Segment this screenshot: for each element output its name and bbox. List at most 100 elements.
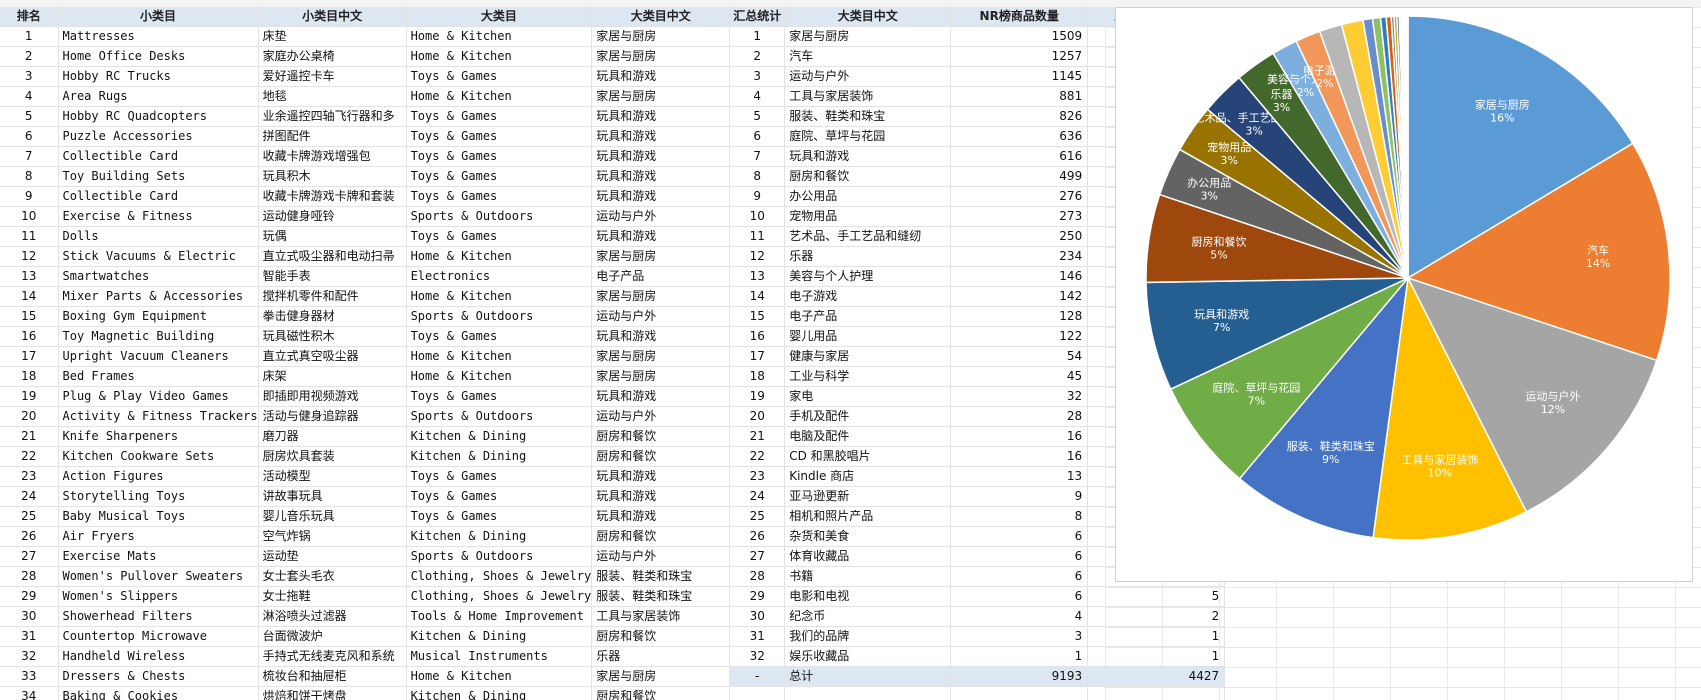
cell-subcategory[interactable]: Puzzle Accessories xyxy=(58,126,259,147)
cell-summary-category[interactable]: 我们的品牌 xyxy=(784,626,952,647)
cell-subcategory[interactable]: Plug & Play Video Games xyxy=(58,386,259,407)
cell-subcategory-cn[interactable]: 搅拌机零件和配件 xyxy=(258,286,407,307)
total-index[interactable]: - xyxy=(729,666,786,687)
cell-rank[interactable]: 5 xyxy=(0,106,59,127)
cell-subcategory[interactable]: Hobby RC Trucks xyxy=(58,66,259,87)
cell-subcategory[interactable]: Toy Magnetic Building xyxy=(58,326,259,347)
cell-subcategory-cn[interactable]: 台面微波炉 xyxy=(258,626,407,647)
cell-subcategory[interactable]: Women's Pullover Sweaters xyxy=(58,566,259,587)
cell-category[interactable]: Toys & Games xyxy=(406,146,593,167)
cell-nr-count[interactable]: 146 xyxy=(950,266,1089,287)
cell-category[interactable]: Toys & Games xyxy=(406,486,593,507)
cell-summary-index[interactable]: 7 xyxy=(729,146,786,167)
cell-category-cn[interactable]: 运动与户外 xyxy=(591,546,731,567)
cell-category-cn[interactable]: 服装、鞋类和珠宝 xyxy=(591,566,731,587)
cell-category-cn[interactable]: 服装、鞋类和珠宝 xyxy=(591,586,731,607)
header-summary-category-cn[interactable]: 大类目中文 xyxy=(784,7,952,27)
cell-rank[interactable]: 24 xyxy=(0,486,59,507)
cell-rank[interactable]: 8 xyxy=(0,166,59,187)
cell-subcategory-cn[interactable]: 玩具磁性积木 xyxy=(258,326,407,347)
cell-summary-category[interactable]: 庭院、草坪与花园 xyxy=(784,126,952,147)
cell-rank[interactable]: 12 xyxy=(0,246,59,267)
cell-nr-count[interactable]: 881 xyxy=(950,86,1089,107)
cell-nr-count[interactable]: 45 xyxy=(950,366,1089,387)
header-rank[interactable]: 排名 xyxy=(0,7,59,27)
cell-nr-count[interactable]: 6 xyxy=(950,546,1089,567)
header-category[interactable]: 大类目 xyxy=(406,7,593,27)
cell-subcategory-cn[interactable]: 床架 xyxy=(258,366,407,387)
cell-subcategory-cn[interactable]: 女士拖鞋 xyxy=(258,586,407,607)
cell-subcategory-cn[interactable]: 梳妆台和抽屉柜 xyxy=(258,666,407,687)
cell-summary-index[interactable]: 4 xyxy=(729,86,786,107)
cell-rank[interactable]: 28 xyxy=(0,566,59,587)
cell-category-cn[interactable]: 玩具和游戏 xyxy=(591,186,731,207)
cell-empty[interactable] xyxy=(784,686,952,700)
cell-category-cn[interactable]: 玩具和游戏 xyxy=(591,486,731,507)
cell-category-cn[interactable]: 家居与厨房 xyxy=(591,666,731,687)
cell-summary-index[interactable]: 15 xyxy=(729,306,786,327)
cell-summary-category[interactable]: 体育收藏品 xyxy=(784,546,952,567)
cell-rank[interactable]: 23 xyxy=(0,466,59,487)
cell-summary-category[interactable]: 电子游戏 xyxy=(784,286,952,307)
cell-category[interactable]: Kitchen & Dining xyxy=(406,526,593,547)
cell-category[interactable]: Sports & Outdoors xyxy=(406,206,593,227)
cell-nr-count[interactable]: 250 xyxy=(950,226,1089,247)
cell-summary-index[interactable]: 27 xyxy=(729,546,786,567)
cell-summary-category[interactable]: 汽车 xyxy=(784,46,952,67)
cell-summary-index[interactable]: 2 xyxy=(729,46,786,67)
cell-summary-index[interactable]: 18 xyxy=(729,366,786,387)
cell-subcategory-cn[interactable]: 直立式吸尘器和电动扫帚 xyxy=(258,246,407,267)
cell-subcategory[interactable]: Air Fryers xyxy=(58,526,259,547)
cell-subcategory-cn[interactable]: 女士套头毛衣 xyxy=(258,566,407,587)
cell-subcategory[interactable]: Toy Building Sets xyxy=(58,166,259,187)
cell-nr-count[interactable]: 499 xyxy=(950,166,1089,187)
cell-rank[interactable]: 29 xyxy=(0,586,59,607)
cell-summary-category[interactable]: 艺术品、手工艺品和缝纫 xyxy=(784,226,952,247)
cell-rank[interactable]: 19 xyxy=(0,386,59,407)
cell-subcategory[interactable]: Stick Vacuums & Electric xyxy=(58,246,259,267)
cell-category[interactable]: Toys & Games xyxy=(406,66,593,87)
cell-category[interactable]: Home & Kitchen xyxy=(406,246,593,267)
cell-category[interactable]: Kitchen & Dining xyxy=(406,686,593,700)
cell-subcategory-cn[interactable]: 活动模型 xyxy=(258,466,407,487)
cell-subcategory[interactable]: Action Figures xyxy=(58,466,259,487)
cell-nr-count[interactable]: 3 xyxy=(950,626,1089,647)
total-label[interactable]: 总计 xyxy=(784,666,952,687)
cell-subcategory[interactable]: Bed Frames xyxy=(58,366,259,387)
cell-category-cn[interactable]: 玩具和游戏 xyxy=(591,466,731,487)
cell-summary-index[interactable]: 12 xyxy=(729,246,786,267)
cell-rank[interactable]: 3 xyxy=(0,66,59,87)
cell-category-cn[interactable]: 运动与户外 xyxy=(591,206,731,227)
cell-subcategory[interactable]: Activity & Fitness Trackers xyxy=(58,406,259,427)
cell-subcategory[interactable]: Collectible Card xyxy=(58,146,259,167)
cell-category-cn[interactable]: 家居与厨房 xyxy=(591,366,731,387)
cell-subcategory[interactable]: Women's Slippers xyxy=(58,586,259,607)
cell-nr-count[interactable]: 4 xyxy=(950,606,1089,627)
cell-summary-category[interactable]: 家电 xyxy=(784,386,952,407)
cell-rank[interactable]: 9 xyxy=(0,186,59,207)
cell-rank[interactable]: 4 xyxy=(0,86,59,107)
cell-summary-index[interactable]: 6 xyxy=(729,126,786,147)
cell-subcategory-cn[interactable]: 家庭办公桌椅 xyxy=(258,46,407,67)
cell-summary-category[interactable]: 电脑及配件 xyxy=(784,426,952,447)
cell-summary-index[interactable]: 14 xyxy=(729,286,786,307)
cell-category[interactable]: Toys & Games xyxy=(406,226,593,247)
cell-rank[interactable]: 25 xyxy=(0,506,59,527)
cell-category-cn[interactable]: 家居与厨房 xyxy=(591,86,731,107)
cell-nr-count[interactable]: 16 xyxy=(950,446,1089,467)
cell-summary-category[interactable]: 服装、鞋类和珠宝 xyxy=(784,106,952,127)
cell-category[interactable]: Home & Kitchen xyxy=(406,86,593,107)
cell-nr-count[interactable]: 1509 xyxy=(950,26,1089,47)
cell-nr-count[interactable]: 273 xyxy=(950,206,1089,227)
cell-rank[interactable]: 17 xyxy=(0,346,59,367)
cell-nr-count[interactable]: 28 xyxy=(950,406,1089,427)
cell-summary-index[interactable]: 3 xyxy=(729,66,786,87)
cell-rank[interactable]: 14 xyxy=(0,286,59,307)
cell-summary-index[interactable]: 20 xyxy=(729,406,786,427)
cell-summary-index[interactable]: 17 xyxy=(729,346,786,367)
cell-category-cn[interactable]: 玩具和游戏 xyxy=(591,146,731,167)
cell-category[interactable]: Kitchen & Dining xyxy=(406,626,593,647)
cell-nr-count[interactable]: 8 xyxy=(950,506,1089,527)
cell-subcategory[interactable]: Exercise Mats xyxy=(58,546,259,567)
cell-rank[interactable]: 21 xyxy=(0,426,59,447)
